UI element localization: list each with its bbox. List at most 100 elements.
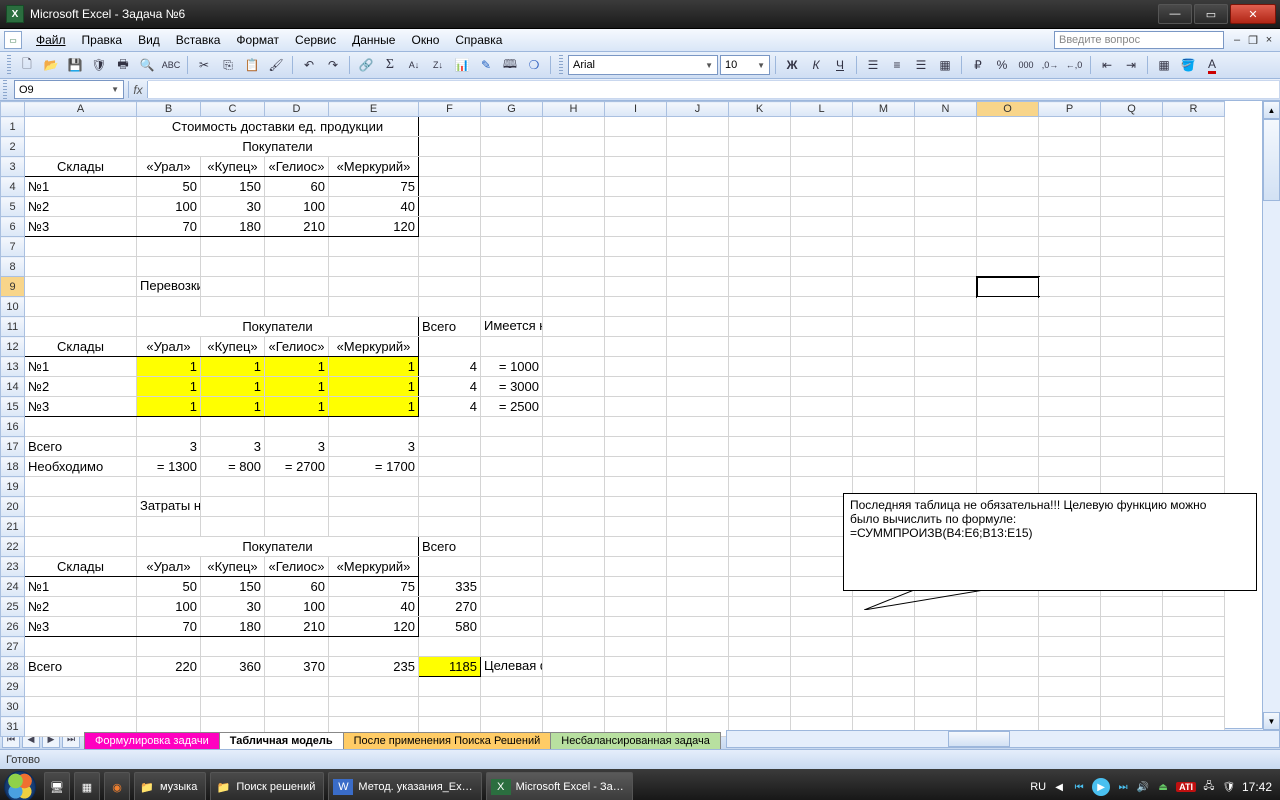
cell-R29[interactable] (1163, 677, 1225, 697)
col-header-B[interactable]: B (137, 102, 201, 117)
row-header-2[interactable]: 2 (1, 137, 25, 157)
cell-K21[interactable] (729, 517, 791, 537)
cell-Q25[interactable] (1101, 597, 1163, 617)
cell-P13[interactable] (1039, 357, 1101, 377)
autosum-icon[interactable]: Σ (379, 54, 401, 76)
cell-H5[interactable] (543, 197, 605, 217)
cell-N9[interactable] (915, 277, 977, 297)
cell-D7[interactable] (265, 237, 329, 257)
cell-E27[interactable] (329, 637, 419, 657)
cell-F25[interactable]: 270 (419, 597, 481, 617)
cell-F21[interactable] (419, 517, 481, 537)
spreadsheet-grid[interactable]: ABCDEFGHIJKLMNOPQR1Стоимость доставки ед… (0, 101, 1280, 728)
cell-H13[interactable] (543, 357, 605, 377)
menu-view[interactable]: Вид (130, 31, 168, 49)
cell-Q13[interactable] (1101, 357, 1163, 377)
cell-K5[interactable] (729, 197, 791, 217)
cell-F11[interactable]: Всего (419, 317, 481, 337)
cell-B8[interactable] (137, 257, 201, 277)
cell-G16[interactable] (481, 417, 543, 437)
cell-H3[interactable] (543, 157, 605, 177)
cell-K11[interactable] (729, 317, 791, 337)
cell-A11[interactable] (25, 317, 137, 337)
cell-O29[interactable] (977, 677, 1039, 697)
cell-O16[interactable] (977, 417, 1039, 437)
cell-H15[interactable] (543, 397, 605, 417)
cell-G12[interactable] (481, 337, 543, 357)
row-header-19[interactable]: 19 (1, 477, 25, 497)
cell-D5[interactable]: 100 (265, 197, 329, 217)
cell-J26[interactable] (667, 617, 729, 637)
row-header-12[interactable]: 12 (1, 337, 25, 357)
cell-Q14[interactable] (1101, 377, 1163, 397)
paste-icon[interactable]: 📋 (241, 54, 263, 76)
col-header-O[interactable]: O (977, 102, 1039, 117)
cell-I1[interactable] (605, 117, 667, 137)
cell-G1[interactable] (481, 117, 543, 137)
cell-H21[interactable] (543, 517, 605, 537)
cell-R1[interactable] (1163, 117, 1225, 137)
cell-K22[interactable] (729, 537, 791, 557)
cell-R25[interactable] (1163, 597, 1225, 617)
cell-C21[interactable] (201, 517, 265, 537)
cell-C29[interactable] (201, 677, 265, 697)
cell-N28[interactable] (915, 657, 977, 677)
cell-L15[interactable] (791, 397, 853, 417)
cell-J22[interactable] (667, 537, 729, 557)
cell-A23[interactable]: Склады (25, 557, 137, 577)
cell-M7[interactable] (853, 237, 915, 257)
row-header-31[interactable]: 31 (1, 717, 25, 737)
tray-network-icon[interactable]: 🖧 (1202, 780, 1216, 794)
cell-B3[interactable]: «Урал» (137, 157, 201, 177)
menu-format[interactable]: Формат (228, 31, 287, 49)
cell-J14[interactable] (667, 377, 729, 397)
increase-indent-icon[interactable]: ⇥ (1120, 54, 1142, 76)
research-icon[interactable]: 🕮 (499, 54, 521, 76)
row-header-29[interactable]: 29 (1, 677, 25, 697)
menu-tools[interactable]: Сервис (287, 31, 344, 49)
cell-O8[interactable] (977, 257, 1039, 277)
cell-J3[interactable] (667, 157, 729, 177)
cell-G24[interactable] (481, 577, 543, 597)
cell-I29[interactable] (605, 677, 667, 697)
cell-C30[interactable] (201, 697, 265, 717)
row-header-15[interactable]: 15 (1, 397, 25, 417)
cell-K14[interactable] (729, 377, 791, 397)
cell-O27[interactable] (977, 637, 1039, 657)
cell-J28[interactable] (667, 657, 729, 677)
col-header-F[interactable]: F (419, 102, 481, 117)
save-icon[interactable]: 💾 (64, 54, 86, 76)
cell-N10[interactable] (915, 297, 977, 317)
col-header-H[interactable]: H (543, 102, 605, 117)
fill-color-icon[interactable]: 🪣 (1177, 54, 1199, 76)
cell-M30[interactable] (853, 697, 915, 717)
cell-D14[interactable]: 1 (265, 377, 329, 397)
row-header-1[interactable]: 1 (1, 117, 25, 137)
cell-B21[interactable] (137, 517, 201, 537)
cell-D4[interactable]: 60 (265, 177, 329, 197)
cell-K15[interactable] (729, 397, 791, 417)
cell-M5[interactable] (853, 197, 915, 217)
hyperlink-icon[interactable]: 🔗 (355, 54, 377, 76)
col-header-Q[interactable]: Q (1101, 102, 1163, 117)
cell-B7[interactable] (137, 237, 201, 257)
row-header-22[interactable]: 22 (1, 537, 25, 557)
cell-G18[interactable] (481, 457, 543, 477)
cell-P10[interactable] (1039, 297, 1101, 317)
cell-C13[interactable]: 1 (201, 357, 265, 377)
cell-C14[interactable]: 1 (201, 377, 265, 397)
formula-input[interactable] (148, 80, 1280, 99)
cell-I23[interactable] (605, 557, 667, 577)
menu-insert[interactable]: Вставка (168, 31, 229, 49)
select-all-corner[interactable] (1, 102, 25, 117)
cell-A29[interactable] (25, 677, 137, 697)
cell-P16[interactable] (1039, 417, 1101, 437)
cell-J25[interactable] (667, 597, 729, 617)
cell-M15[interactable] (853, 397, 915, 417)
col-header-N[interactable]: N (915, 102, 977, 117)
cell-G30[interactable] (481, 697, 543, 717)
cell-P9[interactable] (1039, 277, 1101, 297)
cell-D26[interactable]: 210 (265, 617, 329, 637)
cell-L9[interactable] (791, 277, 853, 297)
cell-J2[interactable] (667, 137, 729, 157)
